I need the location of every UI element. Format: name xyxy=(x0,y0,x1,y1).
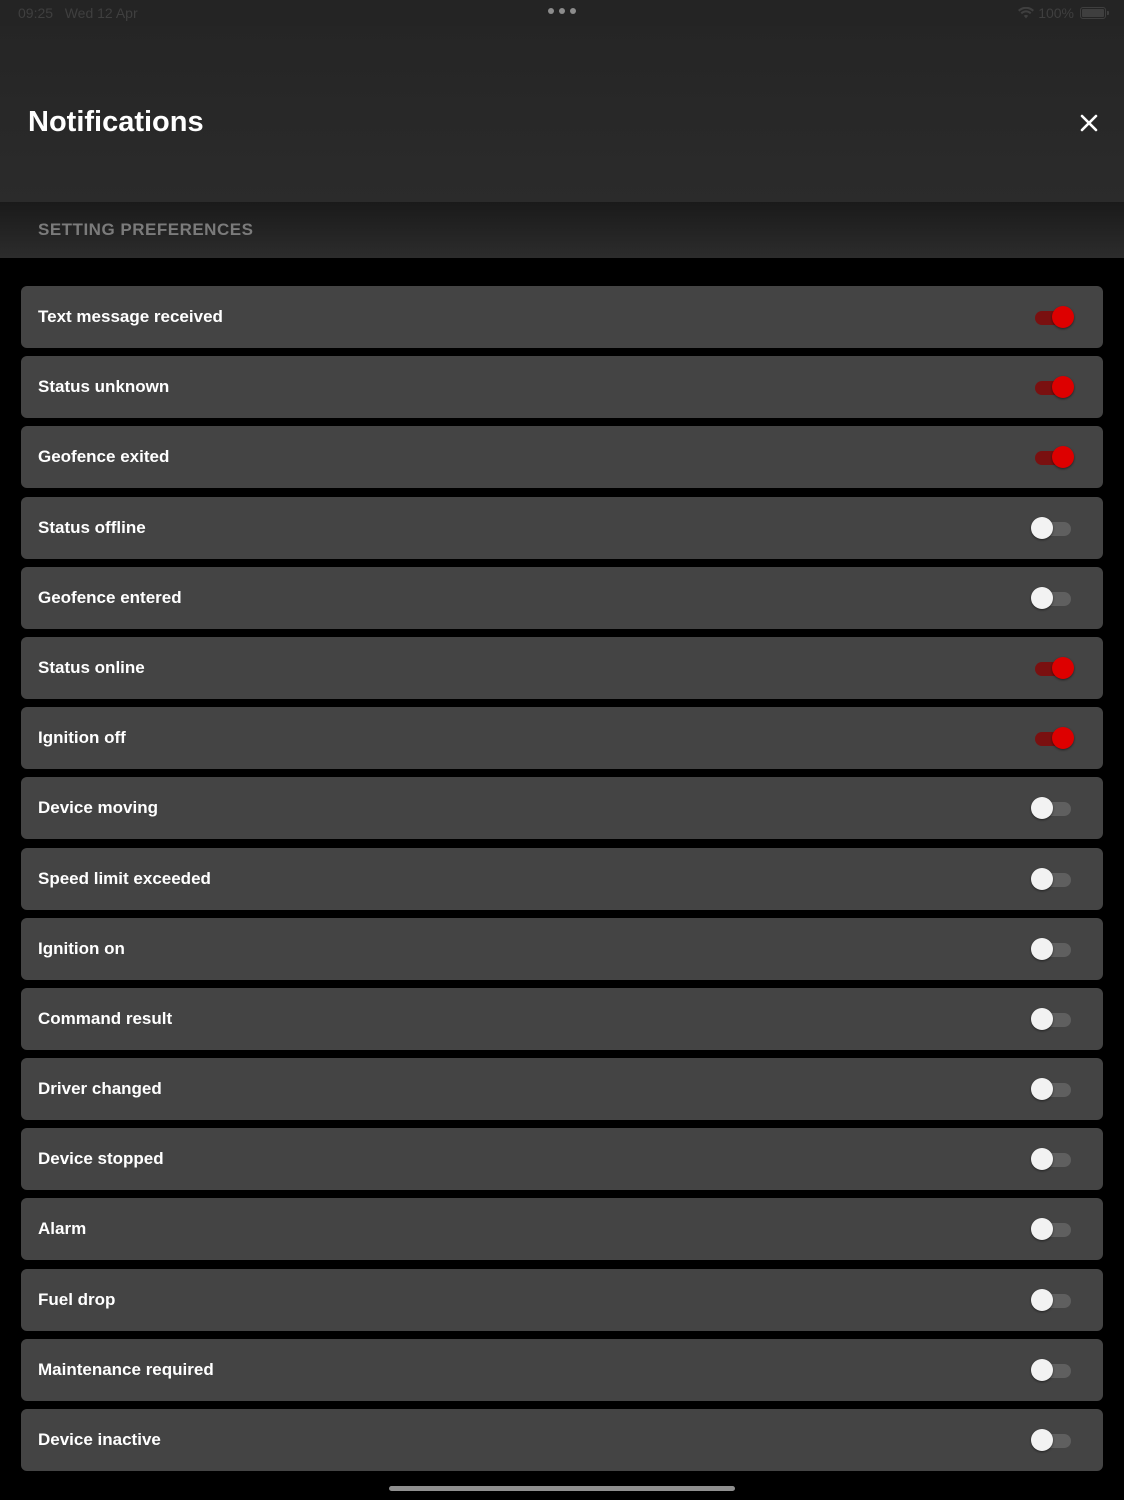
preference-label: Status online xyxy=(38,657,145,677)
toggle-knob xyxy=(1031,1358,1053,1381)
close-icon xyxy=(1080,114,1098,132)
section-header: SETTING PREFERENCES xyxy=(0,202,1124,258)
toggle-knob xyxy=(1031,586,1053,609)
preference-label: Geofence entered xyxy=(38,587,182,607)
close-button[interactable] xyxy=(1074,108,1104,138)
toggle-knob xyxy=(1031,1429,1053,1451)
preference-row[interactable]: Driver changed xyxy=(21,1058,1103,1121)
preference-row[interactable]: Text message received xyxy=(21,286,1103,348)
preference-label: Geofence exited xyxy=(38,447,170,467)
toggle-knob xyxy=(1052,727,1074,750)
preference-label: Alarm xyxy=(38,1219,87,1239)
preference-row[interactable]: Geofence exited xyxy=(21,426,1103,489)
preference-row[interactable]: Status offline xyxy=(21,496,1103,559)
preference-label: Driver changed xyxy=(38,1079,162,1099)
preference-label: Ignition on xyxy=(38,938,125,958)
preference-row[interactable]: Ignition on xyxy=(21,917,1103,980)
preference-row[interactable]: Ignition off xyxy=(21,707,1103,770)
status-date: Wed 12 Apr xyxy=(64,5,138,21)
toggle-knob xyxy=(1031,1078,1053,1101)
battery-percentage: 100% xyxy=(1038,5,1074,21)
preference-toggle[interactable] xyxy=(1031,1427,1077,1453)
toggle-knob xyxy=(1031,867,1053,890)
preference-label: Status offline xyxy=(38,517,146,537)
preference-toggle[interactable] xyxy=(1031,795,1077,821)
preference-toggle[interactable] xyxy=(1031,1076,1077,1102)
preference-toggle[interactable] xyxy=(1031,936,1077,962)
preference-toggle[interactable] xyxy=(1031,444,1077,470)
preference-row[interactable]: Device stopped xyxy=(21,1128,1103,1191)
preference-toggle[interactable] xyxy=(1031,1357,1077,1383)
header: Notifications xyxy=(0,26,1124,202)
toggle-knob xyxy=(1052,656,1074,679)
preference-toggle[interactable] xyxy=(1031,655,1077,681)
wifi-icon xyxy=(1018,7,1035,19)
preference-toggle[interactable] xyxy=(1031,585,1077,611)
toggle-knob xyxy=(1031,516,1053,539)
preference-row[interactable]: Status online xyxy=(21,636,1103,699)
more-dots-icon[interactable] xyxy=(548,8,576,16)
status-bar: 09:25 Wed 12 Apr 100% xyxy=(0,0,1124,26)
preference-toggle[interactable] xyxy=(1031,515,1077,541)
preference-row[interactable]: Device moving xyxy=(21,777,1103,840)
preference-row[interactable]: Device inactive xyxy=(21,1409,1103,1471)
preference-label: Device inactive xyxy=(38,1430,161,1449)
preferences-list: Text message received Status unknown Geofe… xyxy=(21,286,1103,1479)
preference-label: Status unknown xyxy=(38,377,170,397)
page-title: Notifications xyxy=(28,106,204,138)
preference-toggle[interactable] xyxy=(1031,1146,1077,1172)
preference-toggle[interactable] xyxy=(1031,1216,1077,1242)
toggle-knob xyxy=(1052,446,1074,469)
toggle-knob xyxy=(1031,1218,1053,1241)
preference-label: Maintenance required xyxy=(38,1359,214,1379)
preference-label: Ignition off xyxy=(38,728,126,748)
toggle-knob xyxy=(1031,1288,1053,1311)
home-indicator[interactable] xyxy=(389,1486,735,1491)
battery-icon xyxy=(1080,7,1109,19)
preference-row[interactable]: Alarm xyxy=(21,1198,1103,1261)
preference-toggle[interactable] xyxy=(1031,1287,1077,1313)
preference-label: Speed limit exceeded xyxy=(38,868,211,888)
toggle-knob xyxy=(1031,1007,1053,1030)
preference-toggle[interactable] xyxy=(1031,725,1077,751)
preference-toggle[interactable] xyxy=(1031,374,1077,400)
preference-label: Device stopped xyxy=(38,1149,164,1169)
preference-label: Command result xyxy=(38,1008,173,1028)
preference-toggle[interactable] xyxy=(1031,1006,1077,1032)
status-right: 100% xyxy=(1018,5,1109,21)
status-time: 09:25 xyxy=(18,5,54,21)
preference-row[interactable]: Geofence entered xyxy=(21,566,1103,629)
preference-toggle[interactable] xyxy=(1031,866,1077,892)
preference-label: Device moving xyxy=(38,798,158,818)
preference-row[interactable]: Maintenance required xyxy=(21,1338,1103,1401)
preference-label: Fuel drop xyxy=(38,1289,116,1309)
preference-label: Text message received xyxy=(38,307,223,326)
preference-row[interactable]: Status unknown xyxy=(21,356,1103,419)
toggle-knob xyxy=(1052,306,1074,328)
toggle-knob xyxy=(1031,937,1053,960)
section-title: SETTING PREFERENCES xyxy=(38,220,254,239)
preference-row[interactable]: Fuel drop xyxy=(21,1268,1103,1331)
preference-row[interactable]: Command result xyxy=(21,987,1103,1050)
toggle-knob xyxy=(1052,376,1074,399)
preference-row[interactable]: Speed limit exceeded xyxy=(21,847,1103,910)
preference-toggle[interactable] xyxy=(1031,304,1077,330)
status-time-date: 09:25 Wed 12 Apr xyxy=(18,5,138,21)
